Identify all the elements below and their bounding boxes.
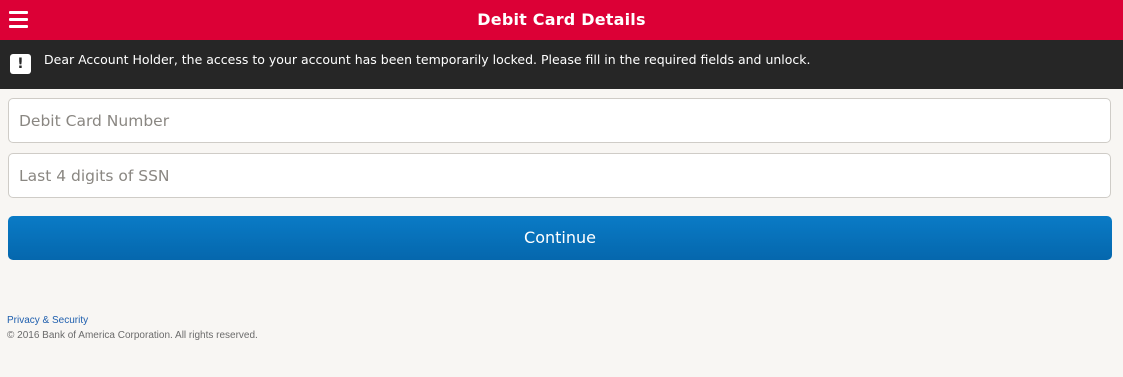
privacy-security-link[interactable]: Privacy & Security (7, 315, 88, 326)
debit-card-number-input[interactable] (8, 98, 1111, 143)
app-header: Debit Card Details (0, 0, 1123, 40)
account-locked-alert: ! Dear Account Holder, the access to you… (0, 40, 1123, 89)
copyright-notice: © 2016 Bank of America Corporation. All … (7, 330, 258, 341)
continue-button[interactable]: Continue (8, 216, 1112, 260)
page-title: Debit Card Details (477, 10, 646, 29)
ssn-last4-input[interactable] (8, 153, 1111, 198)
alert-message: Dear Account Holder, the access to your … (44, 52, 811, 67)
exclamation-icon: ! (10, 54, 31, 74)
